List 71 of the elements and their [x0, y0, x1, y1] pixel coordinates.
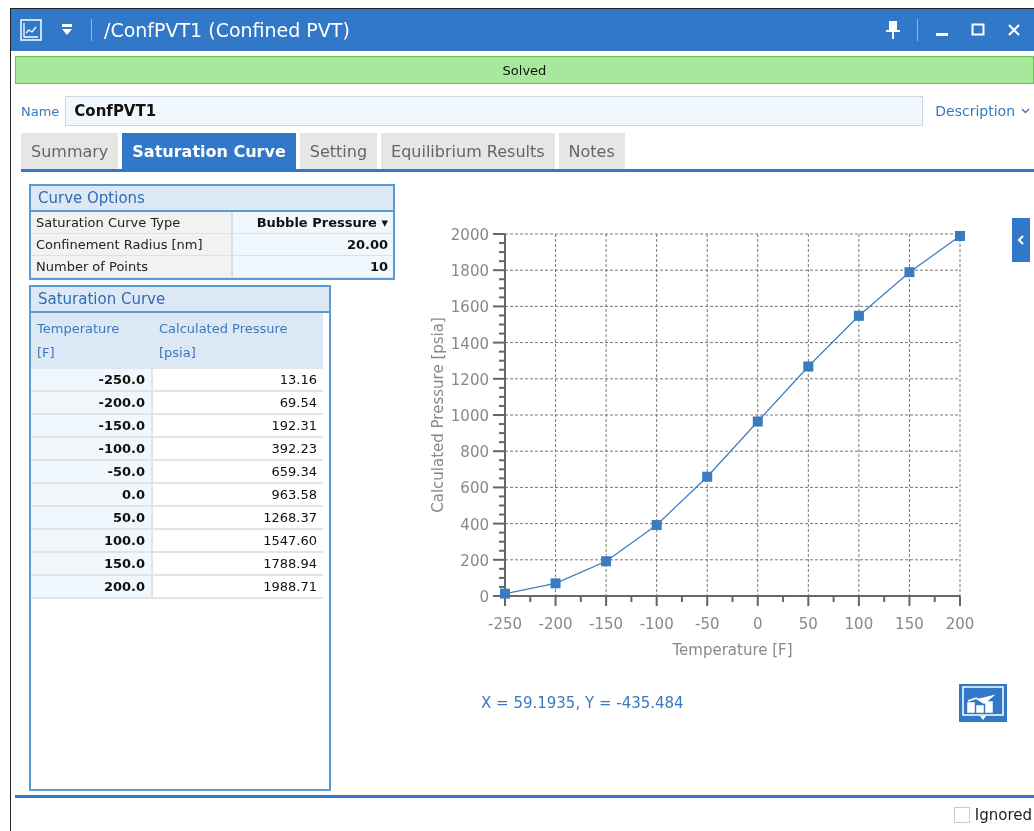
data-point [651, 520, 662, 531]
chart-icon[interactable] [19, 18, 43, 42]
table-cell: 50.0 [31, 507, 153, 530]
x-tick-label: -100 [639, 615, 674, 633]
data-point [853, 310, 864, 321]
y-tick-label: 2000 [450, 226, 489, 244]
data-point [601, 556, 612, 567]
cursor-readout: X = 59.1935, Y = -435.484 [481, 694, 684, 712]
table-cell: 0.0 [31, 484, 153, 507]
panel-title: Curve Options [31, 186, 393, 212]
x-tick-label: 200 [945, 615, 975, 633]
type-dropdown[interactable]: Bubble Pressure ▾ [233, 212, 393, 233]
name-label: Name [21, 103, 60, 119]
table-cell: 150.0 [31, 553, 153, 576]
data-point [752, 416, 763, 427]
data-point [702, 471, 713, 482]
x-axis-title: Temperature [F] [672, 641, 793, 659]
y-tick-label: 200 [460, 551, 489, 570]
chevron-down-icon[interactable] [1021, 108, 1030, 114]
x-tick-label: 0 [753, 615, 763, 633]
data-point [904, 267, 915, 278]
table-cell: 100.0 [31, 530, 153, 553]
table-cell: -50.0 [31, 461, 153, 484]
table-cell: -250.0 [31, 369, 153, 392]
tab[interactable]: Setting [299, 133, 378, 169]
tab[interactable]: Summary [21, 133, 119, 169]
x-tick-label: 50 [798, 615, 818, 633]
column-header: Calculated Pressure [psia] [153, 313, 323, 369]
table-cell: -200.0 [31, 392, 153, 415]
y-tick-label: 600 [460, 479, 489, 498]
y-tick-label: 1000 [450, 407, 489, 425]
ignored-label: Ignored [974, 805, 1032, 824]
y-tick-label: 400 [460, 515, 489, 534]
status-bar: Solved [15, 56, 1034, 84]
tab[interactable]: Notes [558, 133, 625, 169]
x-tick-label: 100 [844, 615, 874, 633]
y-tick-label: 0 [479, 588, 489, 606]
value-field[interactable]: 20.00 [233, 234, 393, 255]
x-tick-label: -50 [694, 615, 720, 633]
value-field[interactable]: 10 [233, 256, 393, 277]
table-cell: -100.0 [31, 438, 153, 461]
y-tick-label: 1400 [450, 334, 489, 353]
data-point [550, 578, 561, 589]
property-label: Number of Points [31, 256, 233, 277]
property-label: Saturation Curve Type [31, 212, 233, 233]
ignored-checkbox[interactable] [953, 806, 970, 823]
data-point [955, 231, 965, 241]
x-tick-label: -150 [589, 615, 624, 633]
y-tick-label: 800 [460, 443, 489, 462]
y-axis-title: Calculated Pressure [psia] [429, 317, 447, 513]
panel-title: Saturation Curve [31, 287, 329, 313]
x-tick-label: -200 [538, 615, 573, 633]
y-tick-label: 1800 [450, 262, 489, 281]
data-point [500, 588, 510, 599]
y-tick-label: 1200 [450, 370, 489, 389]
data-point [803, 361, 814, 372]
table-cell: 200.0 [31, 576, 153, 599]
y-tick-label: 1600 [450, 298, 489, 317]
x-tick-label: 150 [895, 615, 924, 633]
tab[interactable]: Equilibrium Results [381, 133, 555, 169]
chevron-left-icon [1017, 235, 1025, 245]
tab[interactable]: Saturation Curve [122, 133, 296, 169]
x-tick-label: -250 [488, 615, 522, 633]
description-link[interactable]: Description [935, 103, 1015, 119]
name-field[interactable]: ConfPVT1 [65, 96, 924, 126]
collapse-button[interactable] [1012, 218, 1030, 262]
column-header: Temperature [F] [31, 313, 153, 369]
table-cell: -150.0 [31, 415, 153, 438]
chart-options-icon[interactable] [959, 684, 1007, 722]
property-label: Confinement Radius [nm] [31, 234, 233, 255]
window-title: /ConfPVT1 (Confined PVT) [104, 19, 350, 41]
